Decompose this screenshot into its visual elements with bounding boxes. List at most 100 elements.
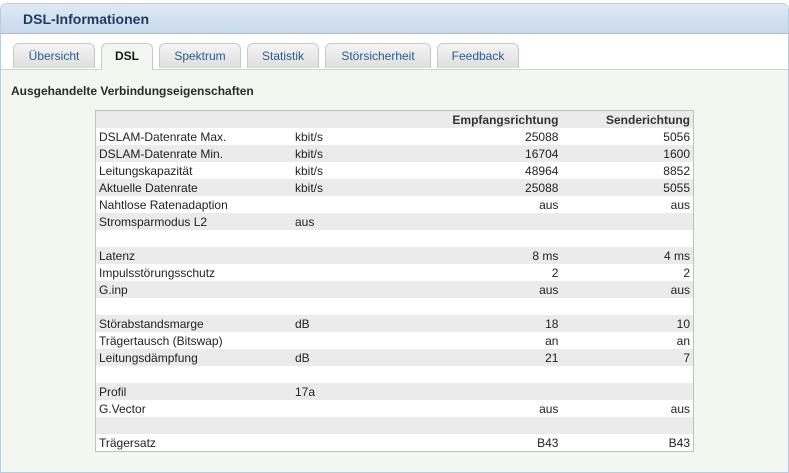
row-value-rx: 16704: [398, 145, 562, 162]
column-header: [292, 110, 398, 128]
row-label: G.inp: [95, 281, 292, 298]
tab-stoersicherheit[interactable]: Störsicherheit: [325, 43, 431, 68]
row-label: [95, 230, 292, 247]
row-value-rx: 25088: [398, 128, 562, 145]
table-row: DSLAM-Datenrate Min. kbit/s 16704 1600: [95, 145, 694, 162]
row-label: Profil: [95, 383, 292, 400]
row-label: Leitungskapazität: [95, 162, 292, 179]
row-value-rx: 2: [398, 264, 562, 281]
row-unit: [292, 230, 398, 247]
row-value-tx: [561, 230, 694, 247]
table-row: Störabstandsmarge dB 18 10: [95, 315, 694, 332]
row-label: Trägertausch (Bitswap): [95, 332, 292, 349]
row-unit: [292, 417, 398, 434]
table-row: [95, 366, 694, 383]
row-value-tx: 10: [561, 315, 694, 332]
table-row: G.inp aus aus: [95, 281, 694, 298]
row-label: Störabstandsmarge: [95, 315, 292, 332]
row-label: Leitungsdämpfung: [95, 349, 292, 366]
row-value-rx: an: [398, 332, 562, 349]
tab-statistik[interactable]: Statistik: [247, 43, 319, 68]
row-value-tx: 5056: [561, 128, 694, 145]
row-unit: [292, 366, 398, 383]
tab-dsl[interactable]: DSL: [101, 43, 153, 70]
row-value-tx: an: [561, 332, 694, 349]
row-value-tx: [561, 417, 694, 434]
row-label: Impulsstörungsschutz: [95, 264, 292, 281]
table-row: Aktuelle Datenrate kbit/s 25088 5055: [95, 179, 694, 196]
row-value-rx: 21: [398, 349, 562, 366]
row-value-rx: [398, 417, 562, 434]
row-unit: 17a: [292, 383, 398, 400]
section-title: Ausgehandelte Verbindungseigenschaften: [11, 84, 254, 98]
row-unit: kbit/s: [292, 145, 398, 162]
table-row: G.Vector aus aus: [95, 400, 694, 417]
row-label: Stromsparmodus L2: [95, 213, 292, 230]
row-value-rx: aus: [398, 281, 562, 298]
row-unit: [292, 400, 398, 417]
connection-properties-table: Empfangsrichtung Senderichtung DSLAM-Dat…: [95, 110, 694, 452]
row-unit: dB: [292, 315, 398, 332]
row-unit: [292, 264, 398, 281]
table-row: Stromsparmodus L2 aus: [95, 213, 694, 230]
row-value-tx: 2: [561, 264, 694, 281]
row-label: [95, 366, 292, 383]
table-row: Impulsstörungsschutz 2 2: [95, 264, 694, 281]
table-row: Profil 17a: [95, 383, 694, 400]
row-label: G.Vector: [95, 400, 292, 417]
row-value-rx: aus: [398, 400, 562, 417]
row-value-rx: [398, 366, 562, 383]
table-row: [95, 298, 694, 315]
row-unit: [292, 434, 398, 452]
row-label: [95, 417, 292, 434]
column-header-tx: Senderichtung: [561, 110, 694, 128]
row-value-rx: 8 ms: [398, 247, 562, 264]
title-bar: DSL-Informationen: [1, 4, 788, 34]
row-unit: kbit/s: [292, 128, 398, 145]
row-label: Aktuelle Datenrate: [95, 179, 292, 196]
row-value-tx: 1600: [561, 145, 694, 162]
row-label: DSLAM-Datenrate Max.: [95, 128, 292, 145]
row-value-rx: aus: [398, 196, 562, 213]
table-row: [95, 230, 694, 247]
row-value-rx: 25088: [398, 179, 562, 196]
row-value-rx: [398, 213, 562, 230]
row-unit: [292, 298, 398, 315]
row-label: DSLAM-Datenrate Min.: [95, 145, 292, 162]
tab-uebersicht[interactable]: Übersicht: [13, 43, 95, 68]
row-value-tx: 5055: [561, 179, 694, 196]
row-value-rx: [398, 383, 562, 400]
page-title: DSL-Informationen: [23, 11, 149, 27]
tab-bar: Übersicht DSL Spektrum Statistik Störsic…: [1, 34, 788, 70]
row-value-tx: 7: [561, 349, 694, 366]
table-row: DSLAM-Datenrate Max. kbit/s 25088 5056: [95, 128, 694, 145]
tab-spektrum[interactable]: Spektrum: [159, 43, 241, 68]
table-row: Nahtlose Ratenadaption aus aus: [95, 196, 694, 213]
table-row: Trägersatz B43 B43: [95, 434, 694, 452]
row-value-rx: 18: [398, 315, 562, 332]
row-unit: aus: [292, 213, 398, 230]
row-value-rx: [398, 230, 562, 247]
table-header-row: Empfangsrichtung Senderichtung: [95, 110, 694, 128]
row-value-rx: 48964: [398, 162, 562, 179]
row-value-tx: 8852: [561, 162, 694, 179]
row-unit: [292, 196, 398, 213]
row-unit: [292, 332, 398, 349]
row-label: [95, 298, 292, 315]
row-unit: kbit/s: [292, 179, 398, 196]
row-label: Latenz: [95, 247, 292, 264]
table-row: Latenz 8 ms 4 ms: [95, 247, 694, 264]
row-value-tx: [561, 383, 694, 400]
column-header-rx: Empfangsrichtung: [398, 110, 562, 128]
row-unit: [292, 281, 398, 298]
table-row: Leitungsdämpfung dB 21 7: [95, 349, 694, 366]
table-row: Trägertausch (Bitswap) an an: [95, 332, 694, 349]
row-value-tx: aus: [561, 196, 694, 213]
table-row: Leitungskapazität kbit/s 48964 8852: [95, 162, 694, 179]
row-value-rx: [398, 298, 562, 315]
tab-feedback[interactable]: Feedback: [437, 43, 519, 68]
row-value-tx: aus: [561, 281, 694, 298]
row-unit: [292, 247, 398, 264]
row-value-tx: aus: [561, 400, 694, 417]
row-label: Trägersatz: [95, 434, 292, 452]
